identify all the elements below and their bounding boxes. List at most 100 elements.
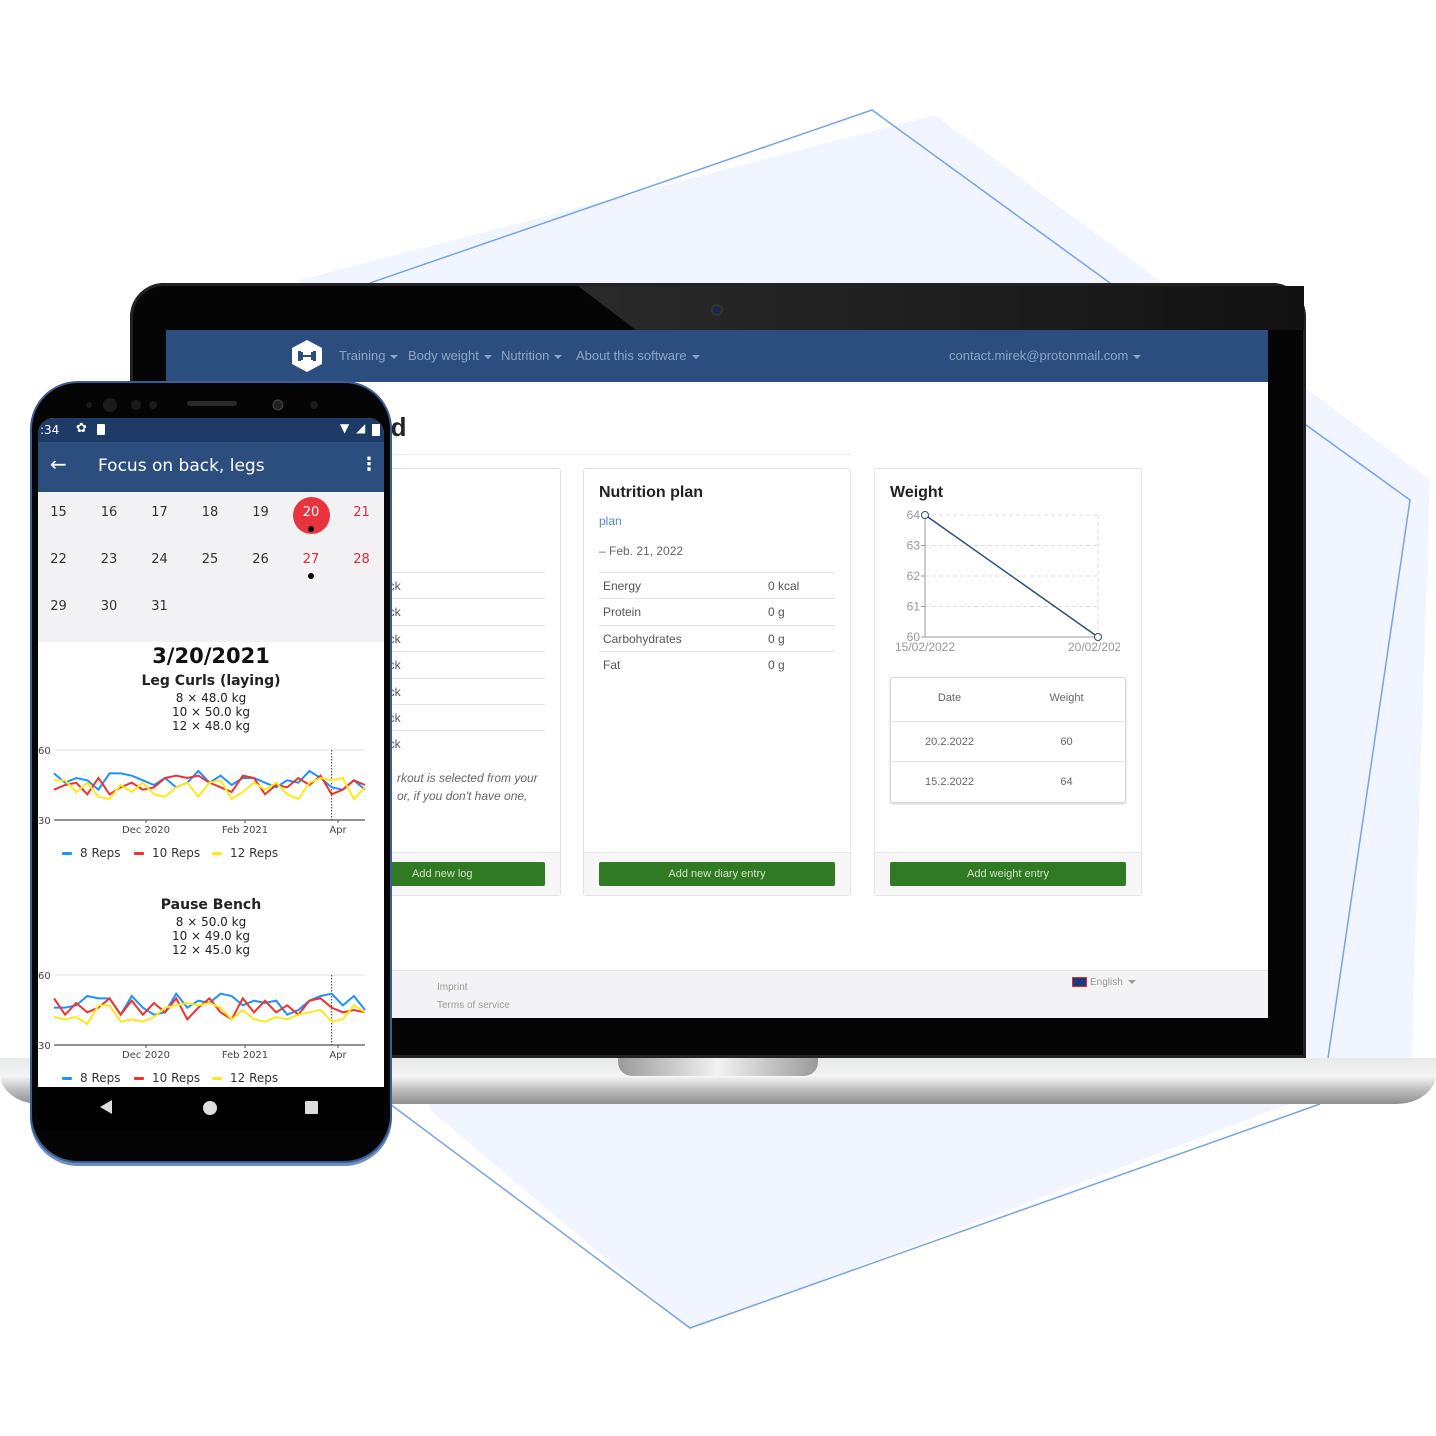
- exercise-set: 12 × 45.0 kg: [171, 943, 251, 957]
- y-tick-label: 30: [38, 1041, 51, 1052]
- workout-dot-indicator: [308, 526, 314, 532]
- add-weight-entry-button[interactable]: Add weight entry: [890, 862, 1126, 886]
- legend-swatch: [62, 1077, 72, 1080]
- weight-card-footer: Add weight entry: [875, 852, 1141, 895]
- legend-label: 10 Reps: [152, 846, 201, 860]
- header-date: Date: [937, 692, 962, 704]
- pause-bench-legend: 8 Reps 10 Reps 12 Reps: [38, 1071, 384, 1087]
- calendar-day[interactable]: 29: [39, 599, 79, 614]
- legend-label: 10 Reps: [152, 1071, 201, 1085]
- nav-body-weight-label: Body weight: [408, 348, 479, 363]
- terms-link[interactable]: Terms of service: [437, 1000, 510, 1011]
- calendar-day[interactable]: 28: [342, 552, 382, 567]
- weight-data-point: [1094, 633, 1102, 641]
- selected-date-heading: 3/20/2021: [152, 644, 270, 668]
- phone-sensors: [86, 398, 318, 412]
- laptop-notch: [618, 1058, 818, 1076]
- exercise-set: 10 × 50.0 kg: [171, 705, 251, 719]
- imprint-link[interactable]: Imprint: [437, 982, 468, 993]
- y-tick-label: 62: [907, 569, 921, 583]
- calendar-day[interactable]: 19: [241, 505, 281, 520]
- exercise-set: 8 × 48.0 kg: [175, 691, 247, 705]
- y-tick-label: 63: [907, 539, 921, 553]
- laptop-glare: [578, 286, 1304, 330]
- legend-item: 12 Reps: [212, 846, 278, 860]
- nav-nutrition[interactable]: Nutrition: [501, 348, 563, 363]
- calendar-day[interactable]: 18: [190, 505, 230, 520]
- nutrition-value: 0 kcal: [768, 579, 800, 593]
- nav-training[interactable]: Training: [339, 348, 399, 363]
- calendar-day[interactable]: 16: [89, 505, 129, 520]
- dumbbell-icon[interactable]: [291, 339, 323, 373]
- nutrition-plan-link[interactable]: plan: [599, 514, 622, 528]
- y-tick-label: 60: [38, 971, 51, 982]
- table-row[interactable]: 20.2.2022 60: [891, 721, 1125, 762]
- weight-table: Date Weight 20.2.2022 60 15.2.2022 64: [890, 677, 1126, 803]
- legend-item: 10 Reps: [134, 846, 200, 860]
- nav-nutrition-label: Nutrition: [501, 348, 550, 363]
- weight-card-title: Weight: [890, 484, 944, 501]
- calendar-day[interactable]: 22: [39, 552, 79, 567]
- caret-down-icon: [554, 354, 563, 359]
- nutrition-row: Energy 0 kcal: [599, 572, 835, 599]
- status-bar: :34 ✿ ▼ ◢: [38, 418, 384, 442]
- nutrition-value: 0 g: [768, 631, 785, 646]
- workout-help-line2: or, if you don't have one,: [397, 789, 528, 803]
- legend-swatch: [62, 852, 72, 855]
- app-bar: ← Focus on back, legs ⋮: [38, 442, 384, 492]
- legend-item: 10 Reps: [134, 1071, 200, 1085]
- nav-about-label: About this software: [576, 348, 687, 363]
- nutrition-label: Carbohydrates: [603, 631, 682, 646]
- calendar-day[interactable]: 24: [140, 552, 180, 567]
- calendar-day[interactable]: 21: [342, 505, 382, 520]
- add-diary-entry-button[interactable]: Add new diary entry: [599, 862, 835, 886]
- top-navbar: Training Body weight Nutrition About thi…: [166, 330, 1268, 382]
- calendar-day[interactable]: 20: [291, 505, 331, 520]
- header-weight: Weight: [1049, 692, 1084, 704]
- caret-down-icon: [1127, 980, 1136, 985]
- language-selector[interactable]: English: [1072, 977, 1136, 988]
- nutrition-value: 0 g: [768, 605, 785, 620]
- workout-dot-indicator: [308, 573, 314, 579]
- calendar-day[interactable]: 17: [140, 505, 180, 520]
- calendar-day[interactable]: 15: [39, 505, 79, 520]
- nutrition-card-footer: Add new diary entry: [584, 852, 850, 895]
- legend-label: 12 Reps: [230, 846, 279, 860]
- exercise-set: 8 × 50.0 kg: [175, 915, 247, 929]
- x-tick-label: 20/02/2022: [1068, 640, 1120, 654]
- series-line-12-reps: [53, 1001, 366, 1026]
- nutrition-label: Protein: [603, 605, 642, 620]
- back-arrow-icon[interactable]: ←: [50, 452, 67, 476]
- calendar-day[interactable]: 23: [89, 552, 129, 567]
- nutrition-date-range: – Feb. 21, 2022: [599, 544, 684, 558]
- series-line-10-reps: [53, 996, 366, 1022]
- calendar-day[interactable]: 30: [89, 599, 129, 614]
- calendar-day[interactable]: 31: [140, 599, 180, 614]
- more-vert-icon[interactable]: ⋮: [360, 454, 378, 475]
- legend-label: 8 Reps: [80, 846, 121, 860]
- nav-body-weight[interactable]: Body weight: [408, 348, 492, 363]
- nav-about[interactable]: About this software: [576, 348, 700, 363]
- nav-home-icon[interactable]: [203, 1101, 217, 1115]
- y-tick-label: 64: [907, 508, 921, 522]
- calendar: 15 16 17 18 19 20 21 22 23 24 25 26 27 28 29 30 31: [38, 492, 384, 642]
- exercise-name: Pause Bench: [160, 897, 262, 913]
- nav-training-label: Training: [339, 348, 386, 363]
- table-row[interactable]: 15.2.2022 64: [891, 761, 1125, 802]
- wifi-icon: ▼: [340, 421, 350, 435]
- exercise-set: 12 × 48.0 kg: [171, 719, 251, 733]
- calendar-day[interactable]: 27: [291, 552, 331, 567]
- nav-back-icon[interactable]: [100, 1100, 112, 1114]
- user-menu[interactable]: contact.mirek@protonmail.com: [949, 348, 1142, 363]
- nutrition-label: Fat: [603, 658, 621, 673]
- legend-swatch: [212, 1077, 222, 1080]
- leg-curls-chart: 30 60 Dec 2020 Feb 2021 Apr: [38, 746, 366, 836]
- nav-recents-icon[interactable]: [305, 1101, 318, 1114]
- calendar-day[interactable]: 25: [190, 552, 230, 567]
- calendar-day[interactable]: 26: [241, 552, 281, 567]
- weight-data-point: [921, 511, 929, 519]
- x-tick-label: Dec 2020: [122, 825, 170, 836]
- title-divider: [366, 454, 851, 455]
- language-label: English: [1090, 977, 1123, 988]
- sd-card-icon: [97, 424, 105, 435]
